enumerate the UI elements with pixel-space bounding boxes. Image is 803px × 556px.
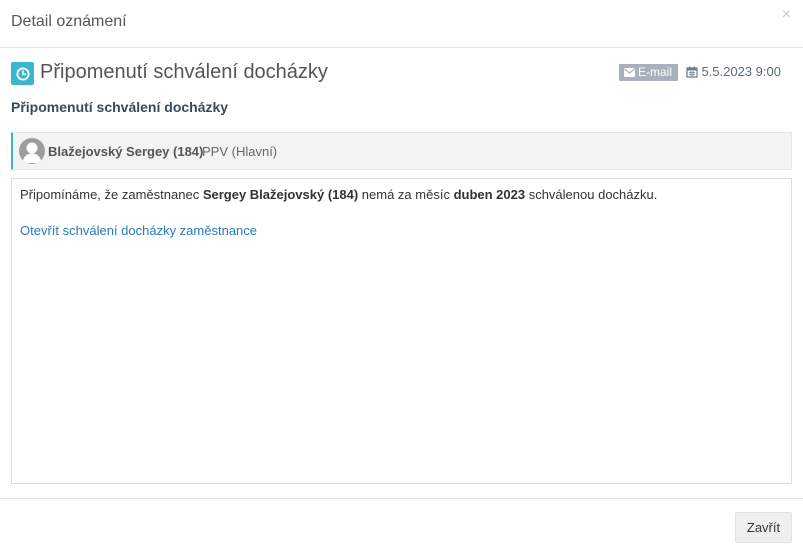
avatar bbox=[19, 138, 45, 164]
notification-subtitle: Připomenutí schválení docházky bbox=[11, 99, 229, 115]
message-text-part: schválenou docházku. bbox=[525, 187, 658, 202]
open-attendance-approval-link[interactable]: Otevřít schválení docházky zaměstnance bbox=[20, 223, 257, 238]
message-text: Připomínáme, že zaměstnanec Sergey Blaže… bbox=[20, 187, 657, 202]
period: duben 2023 bbox=[453, 187, 526, 202]
channel-badge: E-mail bbox=[618, 64, 678, 81]
modal-title: Detail oznámení bbox=[11, 13, 127, 30]
message-text-part: nemá za měsíc bbox=[358, 187, 454, 202]
message-text-part: Připomínáme, že zaměstnanec bbox=[20, 187, 203, 202]
employee-name: Sergey Blažejovský (184) bbox=[202, 187, 359, 202]
person-name: Blažejovský Sergey (184) bbox=[48, 144, 204, 159]
close-icon[interactable]: × bbox=[782, 6, 791, 24]
footer-divider bbox=[0, 498, 803, 499]
calendar-icon bbox=[686, 66, 699, 78]
message-body: Připomínáme, že zaměstnanec Sergey Blaže… bbox=[11, 178, 792, 484]
clock-icon bbox=[11, 62, 34, 85]
notification-header: Připomenutí schválení docházky E-mail 5.… bbox=[11, 61, 792, 87]
modal-header: Detail oznámení × bbox=[0, 0, 803, 48]
envelope-icon bbox=[623, 68, 635, 77]
notification-title: Připomenutí schválení docházky bbox=[40, 61, 328, 83]
channel-label: E-mail bbox=[637, 65, 672, 79]
close-button[interactable]: Zavřít bbox=[735, 512, 792, 543]
person-department: PPV (Hlavní) bbox=[202, 144, 278, 159]
notification-date: 5.5.2023 9:00 bbox=[686, 64, 781, 79]
person-row: Blažejovský Sergey (184) PPV (Hlavní) bbox=[11, 132, 792, 170]
date-value: 5.5.2023 9:00 bbox=[701, 64, 781, 79]
